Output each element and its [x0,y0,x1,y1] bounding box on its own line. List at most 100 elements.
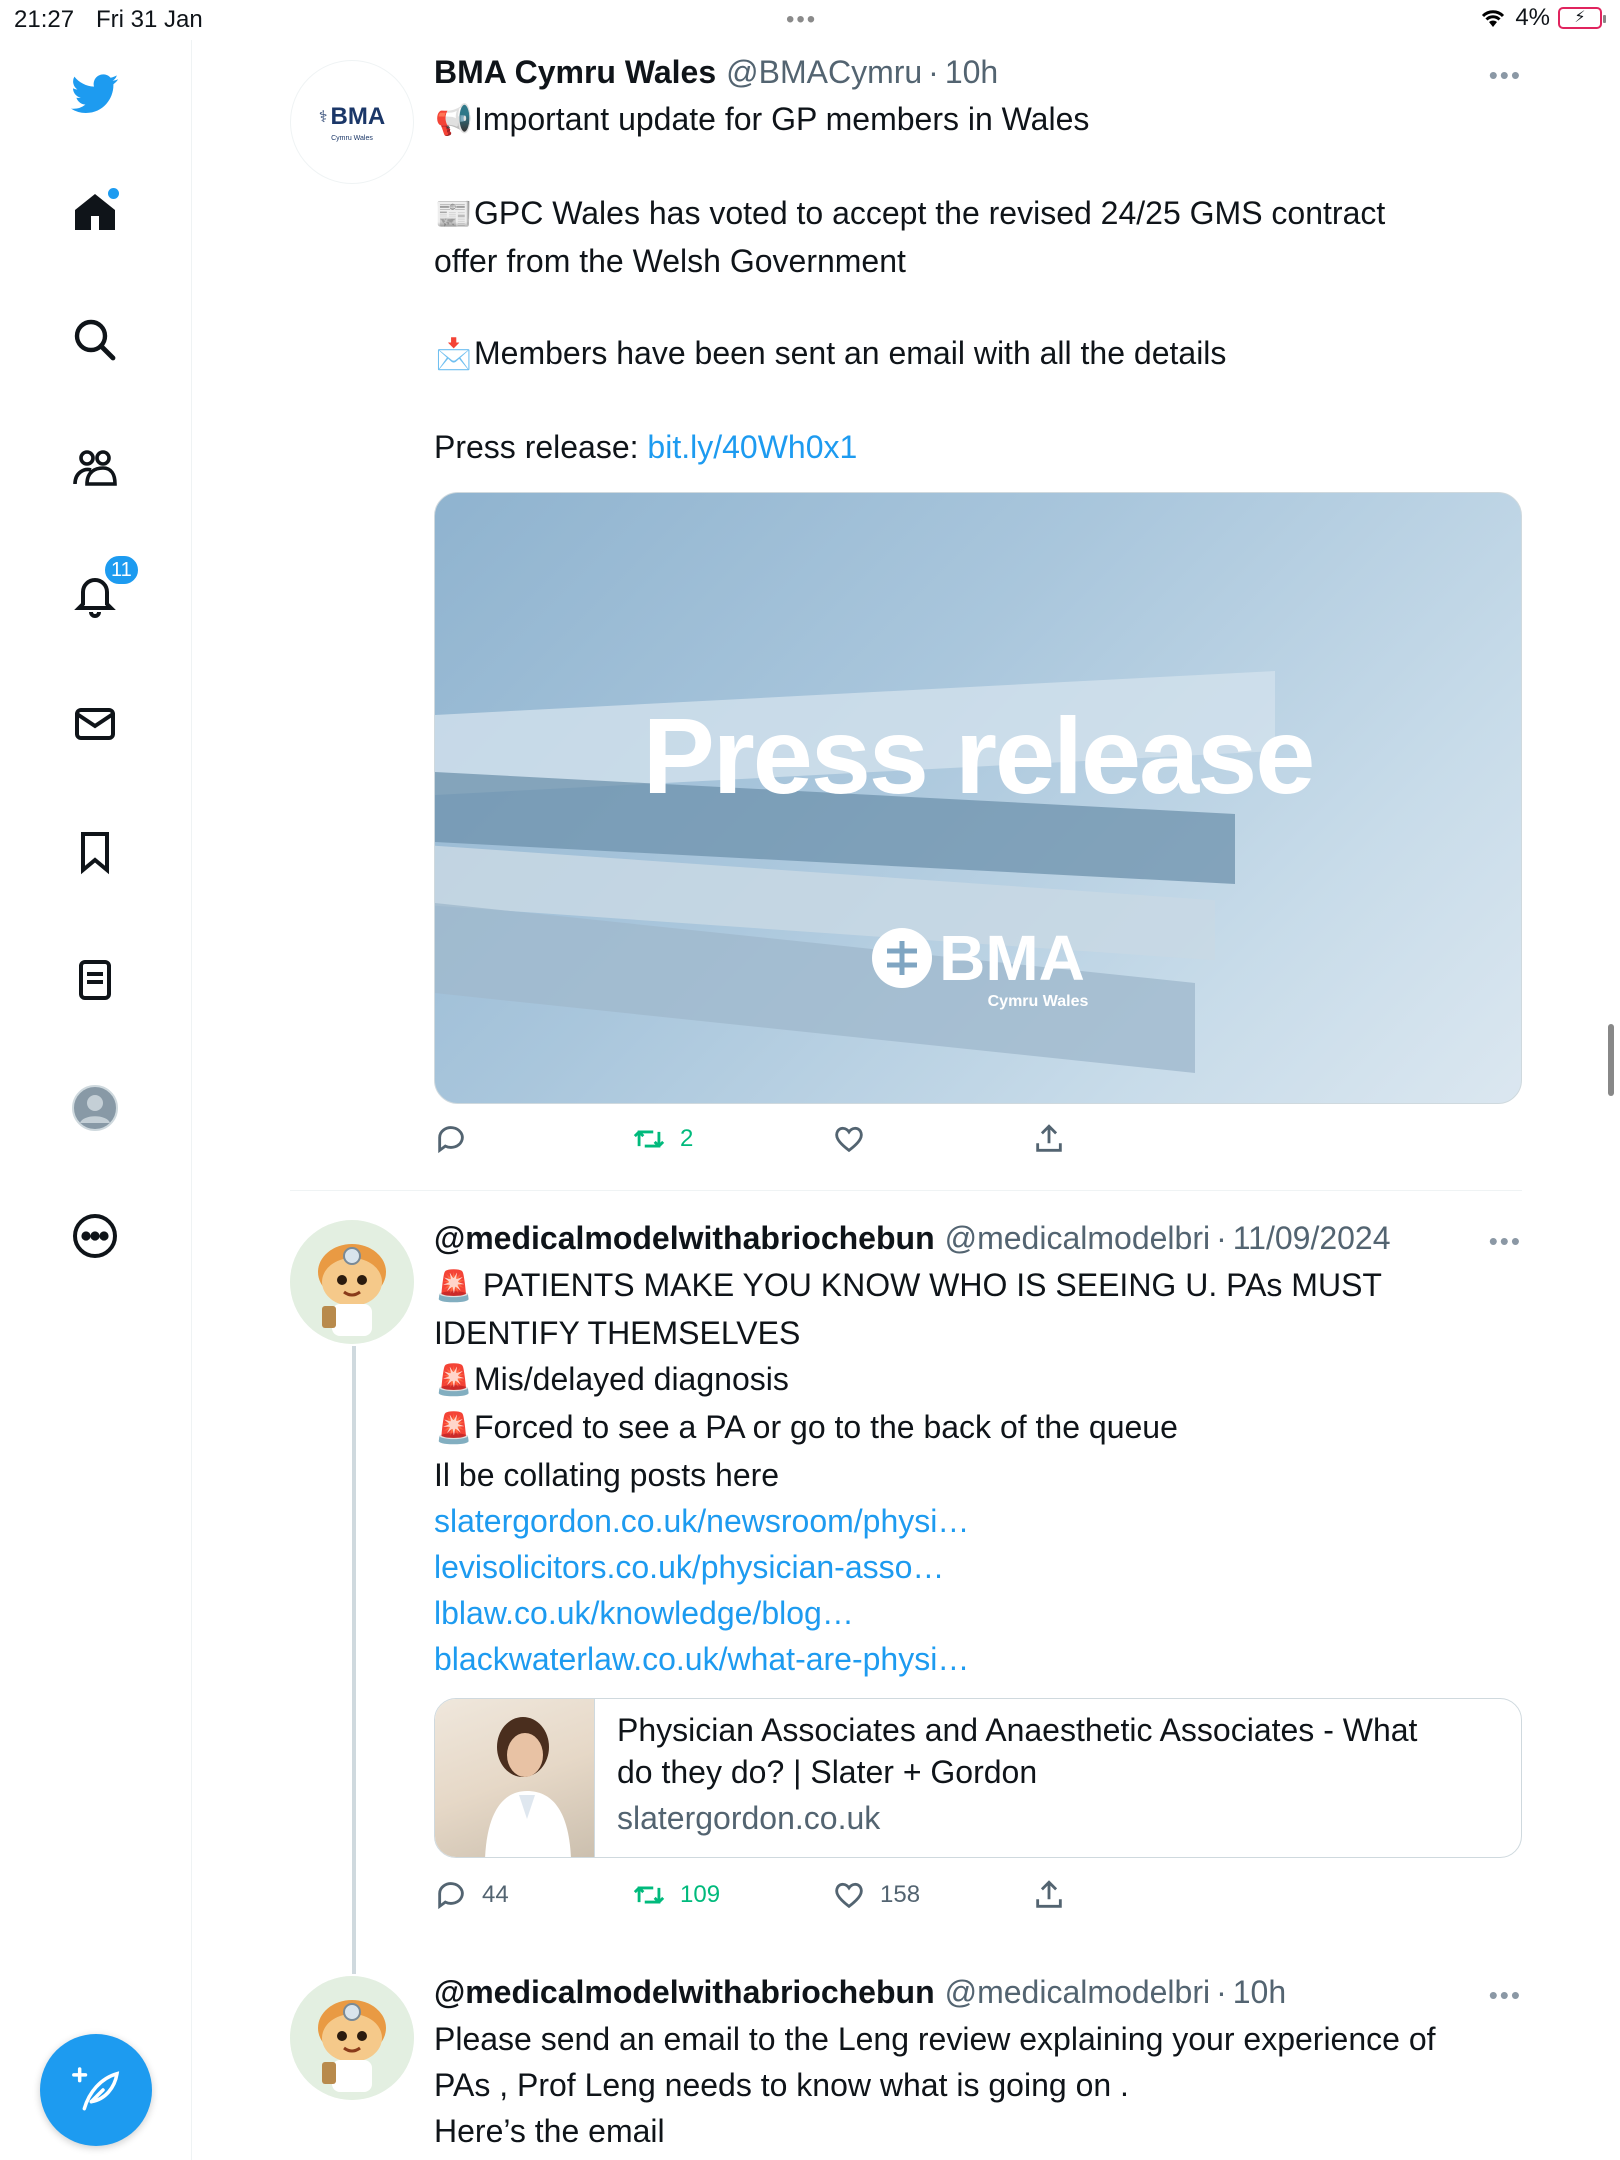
tweet-medicalmodel-reply[interactable]: @medicalmodelwithabriochebun @medicalmod… [290,1972,1522,2160]
author-handle[interactable]: @medicalmodelbri [945,1218,1210,1258]
tweet-time[interactable]: 10h [945,52,998,92]
card-title-line: do they do? | Slater + Gordon [617,1754,1038,1790]
tweet-time[interactable]: 11/09/2024 [1233,1218,1391,1258]
press-release-image[interactable]: Press release BMA Cymru Wales [434,492,1522,1104]
link-card[interactable]: Physician Associates and Anaesthetic Ass… [434,1698,1522,1858]
doctor-photo-icon [485,1717,571,1857]
status-time: 21:27 [14,6,75,33]
author-name[interactable]: @medicalmodelwithabriochebun [434,1218,935,1258]
tweet-actions: 44 109 158 [434,1878,1134,1918]
battery-percent: 4% [1515,4,1550,31]
twitter-logo-icon[interactable] [65,64,125,124]
home-unread-dot [108,188,119,199]
reply-icon [438,1882,464,1910]
siren-icon: 🚨 [435,1412,473,1445]
author-handle[interactable]: @medicalmodelbri [945,1972,1210,2012]
tweet-bma[interactable]: ⚕ BMA Cymru Wales BMA Cymru Wales @BMACy… [290,52,1522,1192]
tweet-header: @medicalmodelwithabriochebun @medicalmod… [434,1218,1391,1258]
press-release-link[interactable]: bit.ly/40Wh0x1 [647,429,857,465]
retweet-icon [633,1886,665,1904]
notifications-bell-icon[interactable]: 11 [65,554,140,626]
tweet-link[interactable]: slatergordon.co.uk/newsroom/physi… [434,1503,969,1539]
card-domain: slatergordon.co.uk [617,1800,881,1836]
newspaper-icon: 📰 [435,198,473,231]
feather-plus-icon [72,2067,120,2111]
reply-count: 44 [482,1881,509,1908]
tweet-content: BMA Cymru Wales @BMACymru · 10h ••• 📢Imp… [434,52,1522,1154]
like-count: 158 [880,1881,921,1908]
share-icon [1036,1880,1062,1908]
reply-icon [438,1126,464,1154]
explore-search-icon[interactable] [65,310,125,370]
heart-icon [835,1126,863,1153]
tweet-text: 📢Important update for GP members in Wale… [434,96,1522,470]
thread-connector-line [352,1346,356,1974]
messages-envelope-icon[interactable] [65,694,125,754]
retweet-button[interactable]: 2 [632,1122,693,1156]
tweet-link[interactable]: blackwaterlaw.co.uk/what-are-physi… [434,1641,969,1677]
siren-icon: 🚨 [435,1270,473,1303]
reply-button[interactable] [434,1122,482,1156]
siren-icon: 🚨 [435,1364,473,1397]
sidebar: 11 [0,40,192,2160]
scrollbar-thumb[interactable] [1608,1024,1614,1096]
tweet-actions: 2 [434,1122,1134,1162]
bma-avatar-sub: Cymru Wales [331,134,373,142]
tweet-content: @medicalmodelwithabriochebun @medicalmod… [434,1218,1522,1910]
reply-button[interactable]: 44 [434,1878,509,1912]
status-indicators: 4% ⚡ [1479,4,1606,32]
tweet-divider [290,1190,1522,1191]
tweet-medicalmodel-pinned[interactable]: @medicalmodelwithabriochebun @medicalmod… [290,1218,1522,1918]
card-text: Physician Associates and Anaesthetic Ass… [617,1709,1501,1839]
compose-tweet-button[interactable] [40,2034,152,2146]
tweet-time[interactable]: 10h [1233,1972,1286,2012]
communities-icon[interactable] [65,438,125,498]
cartoon-doctor-bun-icon [290,1220,414,1344]
bma-emblem-icon [872,928,933,988]
bma-avatar[interactable]: ⚕ BMA Cymru Wales [290,60,414,184]
media-headline: Press release [642,695,1316,816]
battery-charging-icon: ⚡ [1558,7,1606,29]
tweet-more-icon[interactable]: ••• [1489,1226,1522,1257]
author-name[interactable]: BMA Cymru Wales [434,52,716,92]
card-title-line: Physician Associates and Anaesthetic Ass… [617,1712,1418,1748]
more-options-icon[interactable] [65,1206,125,1266]
medicalmodel-avatar[interactable] [290,1976,414,2100]
cartoon-doctor-bun-icon [290,1976,414,2100]
tweet-link[interactable]: levisolicitors.co.uk/physician-asso… [434,1549,944,1585]
retweet-button[interactable]: 109 [632,1878,720,1912]
heart-icon [835,1882,863,1909]
tweet-text: 🚨 PATIENTS MAKE YOU KNOW WHO IS SEEING U… [434,1262,1522,1682]
bookmarks-icon[interactable] [65,822,125,882]
share-button[interactable] [1032,1122,1066,1156]
multitasking-dots-icon[interactable]: ••• [786,6,817,34]
bma-logo: ⚕ BMA [318,102,386,130]
share-icon [1036,1124,1062,1152]
retweet-count: 109 [680,1881,721,1908]
tweet-more-icon[interactable]: ••• [1489,60,1522,91]
media-bma-logo: BMA [435,921,1521,995]
wifi-icon [1482,10,1505,27]
like-button[interactable]: 158 [832,1878,920,1912]
tweet-line: 📢Important update for GP members in Wale… [434,96,1522,144]
medicalmodel-avatar[interactable] [290,1220,414,1344]
notifications-badge: 11 [103,554,140,586]
profile-avatar-icon[interactable] [65,1078,125,1138]
lists-icon[interactable] [65,950,125,1010]
tweet-link[interactable]: lblaw.co.uk/knowledge/blog… [434,1595,854,1631]
home-icon[interactable] [65,182,125,242]
tweet-text: Please send an email to the Leng review … [434,2021,1436,2149]
tweet-more-icon[interactable]: ••• [1489,1980,1522,2011]
tweet-content: @medicalmodelwithabriochebun @medicalmod… [434,1972,1522,2154]
tweet-header: BMA Cymru Wales @BMACymru · 10h [434,52,999,92]
like-button[interactable] [832,1122,880,1156]
media-bma-sub: Cymru Wales [987,993,1089,1010]
share-button[interactable] [1032,1878,1066,1912]
envelope-arrow-icon: 📩 [435,338,473,371]
card-thumbnail [435,1699,595,1857]
megaphone-icon: 📢 [435,104,473,137]
author-handle[interactable]: @BMACymru [726,52,922,92]
bma-emblem-icon: ⚕ [318,108,328,126]
tweet-header: @medicalmodelwithabriochebun @medicalmod… [434,1972,1287,2012]
author-name[interactable]: @medicalmodelwithabriochebun [434,1972,935,2012]
